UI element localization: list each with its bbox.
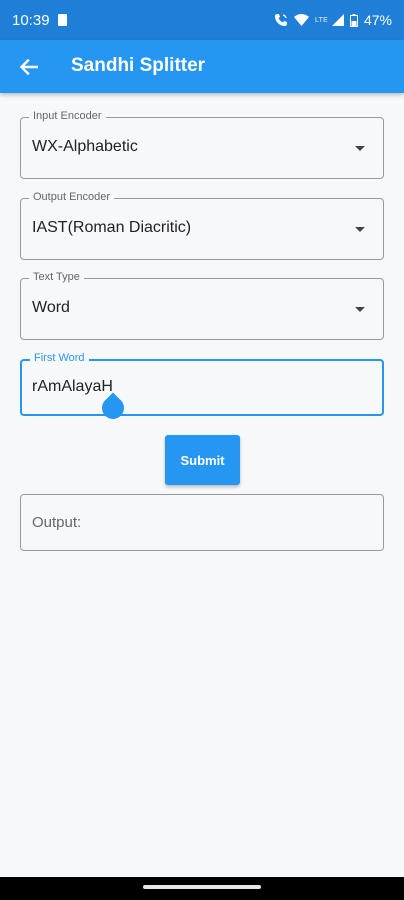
first-word-input-value[interactable]: rAmAlayaH	[32, 378, 113, 396]
input-encoder-value: WX-Alphabetic	[32, 138, 138, 155]
dropdown-arrow-icon	[355, 146, 365, 151]
app-bar: Sandhi Splitter	[0, 40, 404, 93]
output-box: Output:	[20, 494, 384, 551]
dropdown-arrow-icon	[355, 227, 365, 232]
input-encoder-dropdown[interactable]: Input Encoder WX-Alphabetic	[20, 110, 384, 179]
input-encoder-label: Input Encoder	[29, 110, 106, 122]
wifi-icon	[294, 14, 310, 26]
back-button[interactable]	[16, 54, 42, 80]
network-type-label: LTE	[315, 16, 328, 24]
arrow-back-icon	[20, 59, 38, 75]
first-word-field[interactable]: First Word rAmAlayaH	[20, 352, 384, 424]
text-type-dropdown[interactable]: Text Type Word	[20, 271, 384, 340]
text-type-value: Word	[32, 299, 70, 316]
sim-card-icon	[57, 14, 67, 26]
output-encoder-value: IAST(Roman Diacritic)	[32, 219, 192, 236]
page-title: Sandhi Splitter	[71, 55, 206, 76]
battery-percent: 47%	[363, 12, 392, 28]
output-encoder-dropdown[interactable]: Output Encoder IAST(Roman Diacritic)	[20, 191, 384, 260]
signal-icon	[331, 14, 344, 26]
output-label: Output:	[32, 514, 82, 531]
wifi-calling-icon	[275, 14, 288, 26]
text-type-label: Text Type	[29, 271, 84, 283]
battery-icon	[349, 13, 358, 27]
home-gesture-handle[interactable]	[143, 885, 261, 889]
first-word-label: First Word	[30, 352, 89, 364]
dropdown-arrow-icon	[355, 307, 365, 312]
text-cursor-handle[interactable]	[97, 392, 129, 424]
submit-button[interactable]: Submit	[165, 435, 240, 485]
output-encoder-label: Output Encoder	[29, 191, 115, 203]
navigation-bar	[0, 877, 404, 900]
status-time: 10:39	[12, 11, 50, 29]
status-bar: 10:39 LTE 47%	[0, 0, 404, 40]
